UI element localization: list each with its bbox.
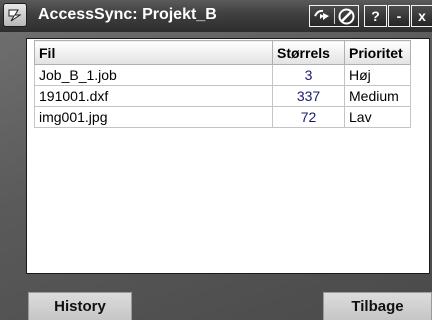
sync-controls xyxy=(309,5,359,27)
file-size-cell: 337 xyxy=(272,85,345,107)
back-button[interactable]: Tilbage xyxy=(323,292,432,320)
file-priority-cell: Medium xyxy=(344,85,411,107)
close-button[interactable]: x xyxy=(411,5,432,27)
sync-icon[interactable] xyxy=(314,8,331,29)
file-name-cell: Job_B_1.job xyxy=(34,64,273,86)
column-header-name[interactable]: Fil xyxy=(34,40,273,65)
file-size-cell: 72 xyxy=(272,106,345,128)
history-button[interactable]: History xyxy=(28,292,132,320)
stop-icon[interactable] xyxy=(338,8,355,30)
minimize-button[interactable]: - xyxy=(388,5,410,27)
column-header-priority[interactable]: Prioritet xyxy=(344,40,411,65)
window-title: AccessSync: Projekt_B xyxy=(38,6,217,23)
table-header-row: Fil Størrels Prioritet xyxy=(34,40,411,65)
title-bar: AccessSync: Projekt_B ? - x xyxy=(0,0,432,32)
app-window: AccessSync: Projekt_B ? - x Fil Størrels… xyxy=(0,0,432,320)
table-row[interactable]: Job_B_1.job 3 Høj xyxy=(34,64,411,86)
help-button[interactable]: ? xyxy=(364,5,387,27)
file-name-cell: 191001.dxf xyxy=(34,85,273,107)
app-icon[interactable] xyxy=(3,3,27,27)
table-row[interactable]: img001.jpg 72 Lav xyxy=(34,106,411,128)
file-priority-cell: Høj xyxy=(344,64,411,86)
file-size-cell: 3 xyxy=(272,64,345,86)
file-priority-cell: Lav xyxy=(344,106,411,128)
table-row[interactable]: 191001.dxf 337 Medium xyxy=(34,85,411,107)
column-header-size[interactable]: Størrels xyxy=(272,40,345,65)
toolbar-separator xyxy=(334,8,335,24)
file-list-panel: Fil Størrels Prioritet Job_B_1.job 3 Høj… xyxy=(26,38,430,274)
file-table: Fil Størrels Prioritet Job_B_1.job 3 Høj… xyxy=(34,40,411,128)
file-name-cell: img001.jpg xyxy=(34,106,273,128)
